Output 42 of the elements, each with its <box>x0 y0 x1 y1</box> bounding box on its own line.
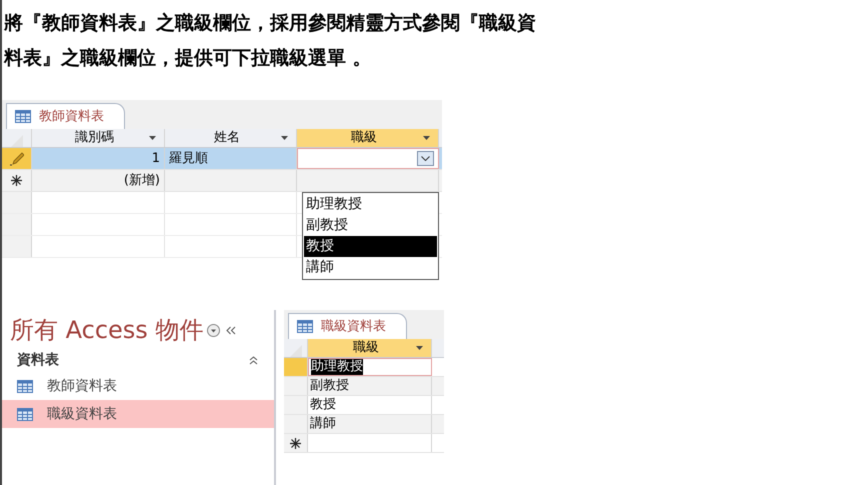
table-tab[interactable]: 職級資料表 <box>288 313 407 339</box>
asterisk-icon <box>290 438 301 448</box>
nav-pane-title: 所有 Access 物件 <box>10 315 204 346</box>
dropdown-option[interactable]: 助理教授 <box>304 194 437 215</box>
double-chevron-up-icon <box>249 356 258 364</box>
table-cell: 教授 <box>310 397 336 413</box>
asterisk-icon <box>11 175 22 186</box>
table-cell: 助理教授 <box>311 359 363 375</box>
chevron-down-icon <box>421 156 430 161</box>
select-all-corner[interactable] <box>290 345 302 357</box>
combo-field[interactable] <box>297 148 439 169</box>
table-cell: 副教授 <box>310 378 349 394</box>
table-icon <box>15 110 31 123</box>
caret-icon <box>416 346 423 350</box>
caret-icon <box>423 136 430 140</box>
column-header[interactable]: 識別碼 <box>32 129 165 147</box>
nav-item[interactable]: 職級資料表 <box>2 400 274 428</box>
caret-icon <box>149 136 156 140</box>
column-header[interactable]: 職級 <box>308 339 432 357</box>
table-cell: 講師 <box>310 416 336 432</box>
caret-icon <box>281 136 288 140</box>
table-cell-text: 1 <box>152 150 160 168</box>
table-cell-text: (新增) <box>124 172 160 190</box>
table-tab[interactable]: 教師資料表 <box>6 103 125 129</box>
dropdown-option[interactable]: 教授 <box>304 236 437 257</box>
pencil-icon <box>10 152 24 166</box>
dropdown-circle-icon[interactable] <box>207 324 220 336</box>
group-header[interactable]: 資料表 <box>2 348 274 372</box>
table-icon <box>17 408 33 420</box>
dropdown-option[interactable]: 副教授 <box>304 215 437 236</box>
record-selector[interactable] <box>284 434 308 452</box>
nav-item[interactable]: 教師資料表 <box>2 372 274 400</box>
instruction-text: 將『教師資料表』之職級欄位，採用參閱精靈方式參閱『職級資 <box>4 11 537 36</box>
dropdown-option[interactable]: 講師 <box>304 257 437 278</box>
table-icon <box>297 320 313 333</box>
table-icon <box>17 380 33 392</box>
dropdown-button[interactable] <box>417 151 434 166</box>
table-cell-text: 羅見順 <box>169 150 208 168</box>
column-header[interactable]: 職級 <box>297 129 439 147</box>
instruction-text: 料表』之職級欄位，提供可下拉職級選單 。 <box>4 46 373 71</box>
select-all-corner[interactable] <box>10 135 22 147</box>
collapse-icon[interactable] <box>226 326 236 334</box>
